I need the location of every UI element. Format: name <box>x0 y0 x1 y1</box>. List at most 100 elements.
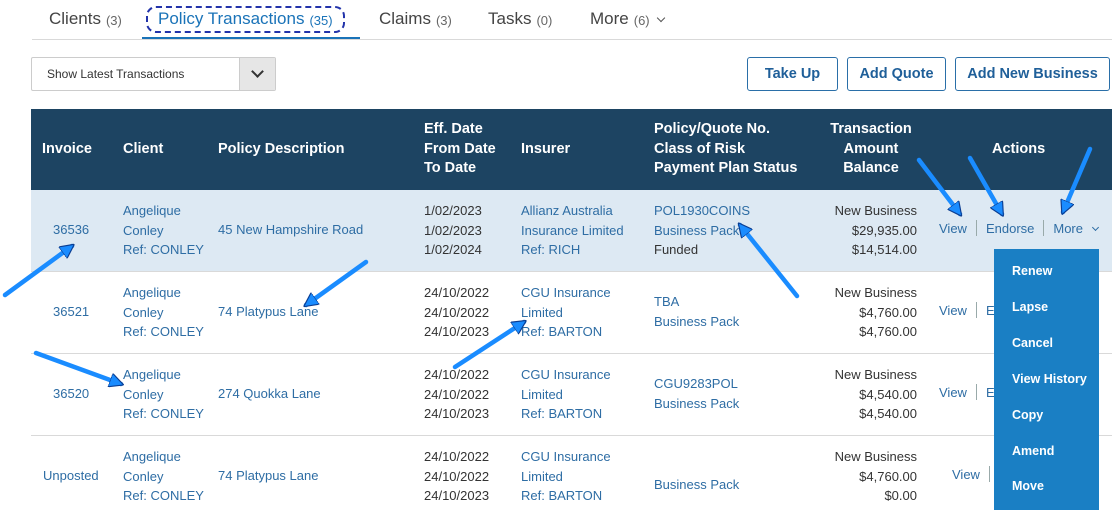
transaction-filter-select[interactable]: Show Latest Transactions <box>31 57 276 91</box>
col-dates[interactable]: Eff. Date From Date To Date <box>424 120 496 179</box>
view-link[interactable]: View <box>939 385 967 400</box>
transaction-balance: $0.00 <box>884 488 917 503</box>
active-tab-indicator <box>142 37 360 39</box>
tab-clients[interactable]: Clients (3) <box>49 0 122 38</box>
insurer-ref: Ref: RICH <box>521 242 581 257</box>
transaction-amount: $29,935.00 <box>851 222 917 238</box>
policy-number-link[interactable]: CGU9283POL <box>654 374 739 394</box>
policy-description-link[interactable]: 74 Platypus Lane <box>218 302 318 322</box>
view-link[interactable]: View <box>939 303 967 318</box>
invoice-link[interactable]: Unposted <box>43 466 99 486</box>
table-row[interactable]: 36536 Angelique Conley Ref: CONLEY 45 Ne… <box>31 190 1112 272</box>
add-new-business-button[interactable]: Add New Business <box>955 57 1110 91</box>
insurer-link[interactable]: CGU Insurance Limited Ref: BARTON <box>521 447 611 506</box>
policy-description-link[interactable]: 74 Platypus Lane <box>218 466 318 486</box>
amount-cell: New Business $4,760.00 $4,760.00 <box>817 283 917 342</box>
payment-plan-status: Funded <box>654 242 699 257</box>
col-policy-quote-no: Policy/Quote No. <box>654 121 771 137</box>
table-row[interactable]: 36521 Angelique Conley Ref: CONLEY 74 Pl… <box>31 272 1112 354</box>
more-actions-menu: Renew Lapse Cancel View History Copy Ame… <box>994 249 1099 510</box>
col-policy-description[interactable]: Policy Description <box>218 140 345 160</box>
insurer-link[interactable]: CGU Insurance Limited Ref: BARTON <box>521 365 611 424</box>
menu-item-copy[interactable]: Copy <box>1012 408 1043 422</box>
table-row[interactable]: 36520 Angelique Conley Ref: CONLEY 274 Q… <box>31 354 1112 436</box>
dates-cell: 24/10/2022 24/10/2022 24/10/2023 <box>424 447 489 506</box>
more-actions-link[interactable]: More <box>1053 221 1083 236</box>
policy-cell: Business Pack <box>654 475 739 495</box>
from-date: 24/10/2022 <box>424 468 490 484</box>
client-link[interactable]: Angelique Conley Ref: CONLEY <box>123 365 204 424</box>
insurer-name-1: CGU Insurance <box>521 449 611 464</box>
class-of-risk[interactable]: Business Pack <box>654 221 750 241</box>
transaction-filter-toggle[interactable] <box>239 58 275 90</box>
menu-item-view-history[interactable]: View History <box>1012 372 1087 386</box>
chevron-down-icon[interactable] <box>1091 223 1100 231</box>
class-of-risk[interactable]: Business Pack <box>654 475 739 495</box>
to-date: 24/10/2023 <box>424 324 490 339</box>
to-date: 24/10/2023 <box>424 488 490 503</box>
insurer-name-2: Limited <box>521 386 563 402</box>
col-payment-plan-status: Payment Plan Status <box>654 160 798 176</box>
col-amount[interactable]: Transaction Amount Balance <box>821 120 921 179</box>
menu-item-lapse[interactable]: Lapse <box>1012 300 1048 314</box>
table-row[interactable]: Unposted Angelique Conley Ref: CONLEY 74… <box>31 436 1112 510</box>
row-actions: View Endorse More <box>939 220 1100 236</box>
col-invoice[interactable]: Invoice <box>42 140 92 160</box>
transaction-filter-value: Show Latest Transactions <box>47 67 185 81</box>
policy-number-link[interactable]: TBA <box>654 292 739 312</box>
client-ref: Ref: CONLEY <box>123 242 204 257</box>
menu-item-move[interactable]: Move <box>1012 479 1044 493</box>
eff-date: 24/10/2022 <box>424 367 490 382</box>
from-date: 24/10/2022 <box>424 304 490 320</box>
class-of-risk[interactable]: Business Pack <box>654 394 739 414</box>
row-actions: View E <box>939 302 995 318</box>
amount-cell: New Business $4,540.00 $4,540.00 <box>817 365 917 424</box>
policy-description-link[interactable]: 274 Quokka Lane <box>218 384 321 404</box>
endorse-link[interactable]: Endorse <box>986 221 1034 236</box>
client-link[interactable]: Angelique Conley Ref: CONLEY <box>123 201 204 260</box>
divider <box>1043 220 1045 236</box>
client-last-name: Conley <box>123 304 164 320</box>
menu-item-amend[interactable]: Amend <box>1012 444 1054 458</box>
tab-clients-count: (3) <box>105 13 122 28</box>
menu-item-cancel[interactable]: Cancel <box>1012 336 1053 350</box>
tab-policy-transactions-count: (35) <box>309 12 333 28</box>
tab-more[interactable]: More (6) <box>590 0 665 38</box>
col-policy[interactable]: Policy/Quote No. Class of Risk Payment P… <box>654 120 797 179</box>
transaction-type: New Business <box>834 203 917 218</box>
col-client[interactable]: Client <box>123 140 163 160</box>
policy-cell: CGU9283POL Business Pack <box>654 374 739 413</box>
invoice-link[interactable]: 36520 <box>53 384 89 404</box>
class-of-risk[interactable]: Business Pack <box>654 312 739 332</box>
menu-item-renew[interactable]: Renew <box>1012 264 1052 278</box>
divider <box>975 384 977 400</box>
dates-cell: 1/02/2023 1/02/2023 1/02/2024 <box>424 201 482 260</box>
insurer-link[interactable]: CGU Insurance Limited Ref: BARTON <box>521 283 611 342</box>
insurer-name-1: CGU Insurance <box>521 285 611 300</box>
client-ref: Ref: CONLEY <box>123 488 204 503</box>
tab-tasks[interactable]: Tasks (0) <box>488 0 552 38</box>
client-link[interactable]: Angelique Conley Ref: CONLEY <box>123 283 204 342</box>
client-link[interactable]: Angelique Conley Ref: CONLEY <box>123 447 204 506</box>
invoice-link[interactable]: 36521 <box>53 302 89 322</box>
insurer-name-2: Limited <box>521 468 563 484</box>
tab-policy-transactions-label: Policy Transactions <box>158 8 305 28</box>
tab-claims[interactable]: Claims (3) <box>379 0 452 38</box>
take-up-button[interactable]: Take Up <box>747 57 838 91</box>
view-link[interactable]: View <box>952 467 980 482</box>
view-link[interactable]: View <box>939 221 967 236</box>
tab-clients-label: Clients <box>49 9 101 28</box>
add-quote-button[interactable]: Add Quote <box>847 57 946 91</box>
col-insurer[interactable]: Insurer <box>521 140 570 160</box>
policy-number-link[interactable]: POL1930COINS <box>654 201 750 221</box>
dates-cell: 24/10/2022 24/10/2022 24/10/2023 <box>424 365 489 424</box>
insurer-ref: Ref: BARTON <box>521 406 603 421</box>
insurer-name-1: Allianz Australia <box>521 203 613 218</box>
tab-tasks-count: (0) <box>536 13 553 28</box>
tab-policy-transactions-highlight: Policy Transactions (35) <box>146 5 345 33</box>
tab-policy-transactions[interactable]: Policy Transactions (35) <box>146 0 345 38</box>
insurer-link[interactable]: Allianz Australia Insurance Limited Ref:… <box>521 201 624 260</box>
policy-description-link[interactable]: 45 New Hampshire Road <box>218 220 363 240</box>
insurer-name-2: Limited <box>521 304 563 320</box>
invoice-link[interactable]: 36536 <box>53 220 89 240</box>
